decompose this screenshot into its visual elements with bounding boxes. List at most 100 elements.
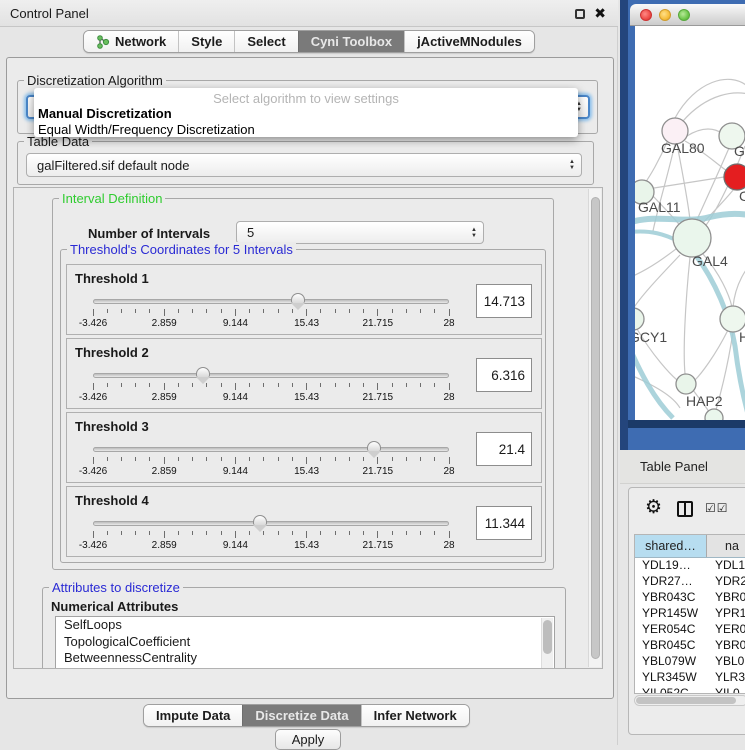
bottom-tab-infer-network[interactable]: Infer Network [361,705,469,726]
tab-label: jActiveMNodules [417,34,522,49]
checkbox-columns-icon[interactable]: ☑☑ [705,501,729,515]
mac-zoom-button[interactable] [678,9,690,21]
attribute-item[interactable]: BetweennessCentrality [56,650,554,667]
table-panel-title: Table Panel [640,459,708,474]
combo-stepper-icon[interactable]: ▲▼ [569,159,575,171]
cell-name: YDL1 [707,558,745,574]
table-row[interactable]: YBR043CYBR0 [635,590,745,606]
slider-track[interactable] [93,447,449,452]
threshold-slider[interactable]: -3.4262.8599.14415.4321.71528 [93,441,449,479]
table-row[interactable]: YBL079WYBL0 [635,654,745,670]
bottom-tab-impute-data[interactable]: Impute Data [144,705,242,726]
table-data-group: Table Data galFiltered.sif default node … [17,141,594,185]
tab-style[interactable]: Style [178,31,234,52]
slider-track[interactable] [93,521,449,526]
cell-shared-name: YLR345W [635,670,707,686]
attribute-item[interactable]: TopologicalCoefficient [56,634,554,651]
threshold-slider[interactable]: -3.4262.8599.14415.4321.71528 [93,367,449,405]
combo-stepper-icon[interactable]: ▲▼ [471,227,477,239]
threshold-slider[interactable]: -3.4262.8599.14415.4321.71528 [93,293,449,331]
node-label: H [739,329,745,345]
table-row[interactable]: YPR145WYPR1 [635,606,745,622]
network-window-titlebar[interactable] [630,4,745,26]
network-node-hap2[interactable] [676,374,696,394]
attributes-scrollbar[interactable] [541,618,553,669]
tab-jactivemnodules[interactable]: jActiveMNodules [404,31,534,52]
tick-label: 15.43 [294,318,319,329]
settings-scrollbar[interactable] [588,189,601,667]
top-tab-bar: Network StyleSelect Cyni Toolbox jActiveMNo… [83,30,535,53]
slider-thumb[interactable] [367,441,381,457]
cell-name: YPR1 [707,606,745,622]
mac-close-button[interactable] [640,9,652,21]
table-row[interactable]: YLR345WYLR3 [635,670,745,686]
slider-track[interactable] [93,373,449,378]
node-table[interactable]: shared…na YDL19…YDL1YDR27…YDR2YBR043CYBR… [634,534,745,694]
numerical-attributes-list[interactable]: SelfLoopsTopologicalCoefficientBetweenne… [55,616,555,669]
threshold-panel: Threshold 3-3.4262.8599.14415.4321.71528… [66,412,542,483]
network-canvas[interactable]: GAL80G.CGAL11GAL4GCY1HHAP2 [635,26,745,420]
network-node-gal4[interactable] [673,219,711,257]
tab-cyni-toolbox[interactable]: Cyni Toolbox [298,31,404,52]
frame-edge-shadow [620,0,628,450]
float-window-icon[interactable] [575,9,585,19]
cell-name: YLR3 [707,670,745,686]
column-header-2[interactable]: na [707,535,745,557]
tab-label: Network [115,34,166,49]
table-row[interactable]: YDL19…YDL1 [635,558,745,574]
table-row[interactable]: YIL052CYIL0 [635,686,745,694]
algorithm-option[interactable]: Manual Discretization [34,106,578,122]
tab-select[interactable]: Select [234,31,297,52]
cell-shared-name: YDL19… [635,558,707,574]
slider-thumb[interactable] [196,367,210,383]
attribute-item[interactable]: SelfLoops [56,617,554,634]
control-panel: Control Panel ✖ NetworkStyleSelectCyni T… [0,0,618,745]
cell-name: YBL0 [707,654,745,670]
node-label: GAL4 [692,253,728,269]
tab-network[interactable]: Network [84,31,178,52]
interval-definition-label: Interval Definition [59,191,165,206]
table-row[interactable]: YDR27…YDR2 [635,574,745,590]
slider-track[interactable] [93,299,449,304]
node-label: C [739,188,745,204]
apply-button[interactable]: Apply [275,729,341,750]
numerical-attributes-label: Numerical Attributes [51,599,178,614]
slider-thumb[interactable] [291,293,305,309]
cell-name: YER0 [707,622,745,638]
bottom-tab-discretize-data[interactable]: Discretize Data [242,705,360,726]
network-node-gcy1[interactable] [635,308,644,330]
slider-ticks [93,383,449,391]
threshold-slider[interactable]: -3.4262.8599.14415.4321.71528 [93,515,449,553]
node-label: GAL80 [661,140,705,156]
tick-label: -3.426 [79,540,107,551]
slider-tick-labels: -3.4262.8599.14415.4321.71528 [93,318,449,330]
threshold-value-field[interactable]: 6.316 [476,358,532,392]
mac-minimize-button[interactable] [659,9,671,21]
threshold-value-field[interactable]: 11.344 [476,506,532,540]
column-header-1[interactable]: shared… [635,535,707,557]
bottom-tab-bar: Impute DataDiscretize DataInfer Network [143,704,470,727]
cell-name: YDR2 [707,574,745,590]
number-of-intervals-select[interactable]: 5 ▲▼ [236,221,484,244]
tick-label: 9.144 [223,392,248,403]
table-horizontal-scrollbar[interactable] [634,695,745,706]
tick-label: 21.715 [363,318,394,329]
split-pane-icon[interactable] [677,501,693,517]
settings-scrollbar-thumb[interactable] [591,197,600,659]
table-row[interactable]: YBR045CYBR0 [635,638,745,654]
threshold-value-field[interactable]: 14.713 [476,284,532,318]
cell-name: YIL0 [707,686,745,694]
node-label: HAP2 [686,393,723,409]
gear-icon[interactable]: ⚙ [645,496,662,518]
slider-thumb[interactable] [253,515,267,531]
table-data-select[interactable]: galFiltered.sif default node ▲▼ [26,153,582,177]
network-node-c[interactable] [724,164,745,190]
tab-label: Cyni Toolbox [311,34,392,49]
close-icon[interactable]: ✖ [594,5,606,22]
tick-label: 21.715 [363,392,394,403]
table-row[interactable]: YER054CYER0 [635,622,745,638]
tick-label: 21.715 [363,540,394,551]
algorithm-option[interactable]: Equal Width/Frequency Discretization [34,122,578,138]
threshold-value-field[interactable]: 21.4 [476,432,532,466]
cell-name: YBR0 [707,590,745,606]
